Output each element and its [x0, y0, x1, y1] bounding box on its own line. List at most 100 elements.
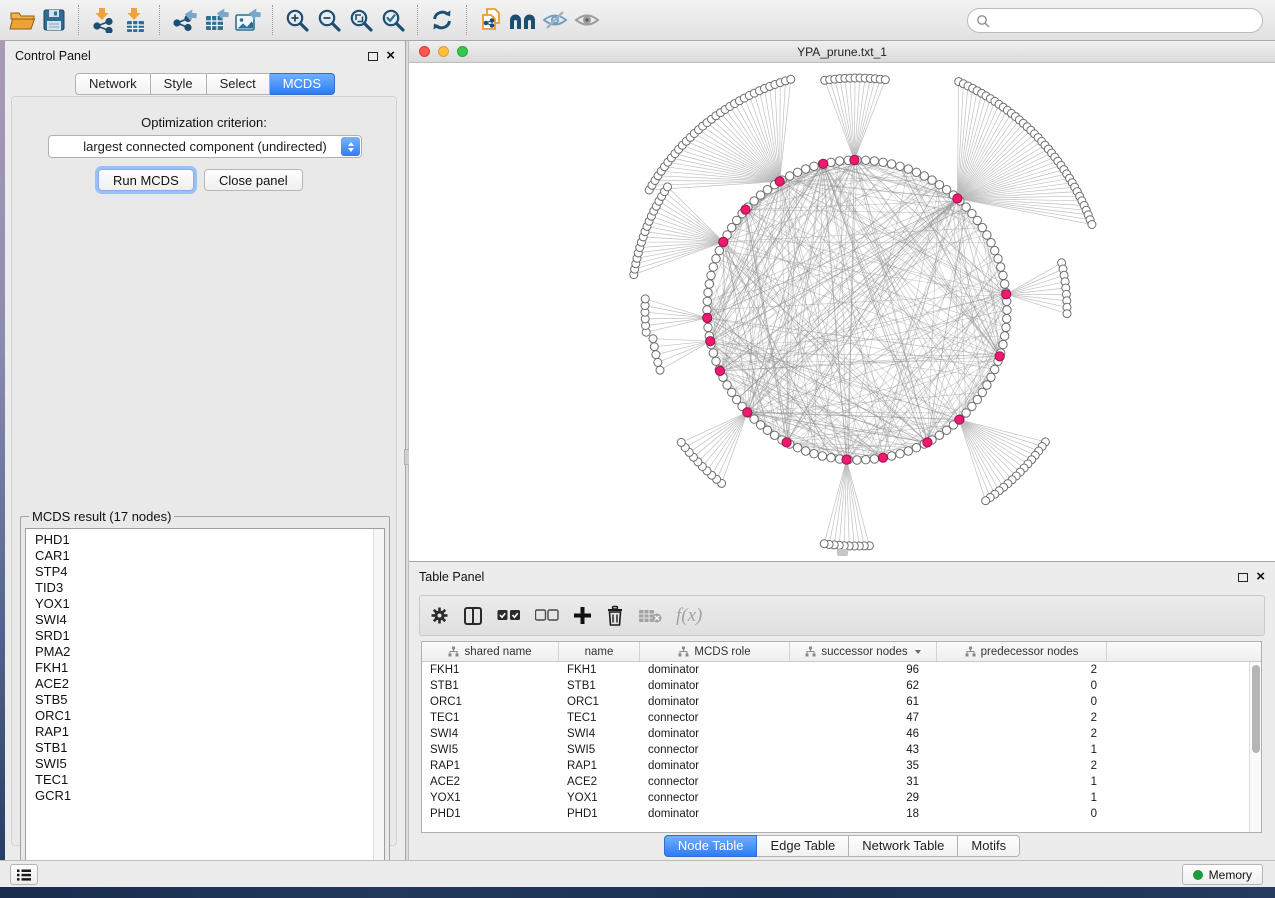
table-cell[interactable]: 1 — [937, 790, 1107, 806]
table-cell[interactable]: 62 — [790, 678, 937, 694]
table-row[interactable]: ACE2ACE2connector311 — [422, 774, 1261, 790]
table-cell[interactable]: 2 — [937, 710, 1107, 726]
node-table[interactable]: shared namenameMCDS rolesuccessor nodesp… — [421, 641, 1262, 833]
open-file-icon[interactable] — [6, 4, 38, 36]
zoom-selected-icon[interactable] — [377, 4, 409, 36]
table-tab-node-table[interactable]: Node Table — [664, 835, 758, 857]
table-cell[interactable]: SWI4 — [422, 726, 559, 742]
mcds-list-scrollbar[interactable] — [373, 529, 384, 875]
table-row[interactable]: ORC1ORC1dominator610 — [422, 694, 1261, 710]
tab-network[interactable]: Network — [75, 73, 151, 95]
run-mcds-button[interactable]: Run MCDS — [98, 169, 194, 191]
table-cell[interactable]: 0 — [937, 694, 1107, 710]
show-all-icon[interactable] — [571, 4, 603, 36]
table-cell[interactable]: dominator — [640, 806, 790, 822]
table-cell[interactable]: STB1 — [559, 678, 640, 694]
table-cell[interactable]: YOX1 — [559, 790, 640, 806]
table-cell[interactable]: ACE2 — [422, 774, 559, 790]
table-cell[interactable]: 31 — [790, 774, 937, 790]
network-graph[interactable] — [409, 63, 1275, 560]
table-cell[interactable]: connector — [640, 790, 790, 806]
table-cell[interactable]: dominator — [640, 726, 790, 742]
table-cell[interactable]: 1 — [937, 774, 1107, 790]
memory-button[interactable]: Memory — [1182, 864, 1263, 885]
tab-select[interactable]: Select — [207, 73, 270, 95]
table-tab-network-table[interactable]: Network Table — [849, 835, 958, 857]
table-cell[interactable]: STB1 — [422, 678, 559, 694]
mcds-result-item[interactable]: PMA2 — [35, 644, 384, 660]
table-cell[interactable]: 2 — [937, 726, 1107, 742]
node-table-body[interactable]: FKH1FKH1dominator962STB1STB1dominator620… — [422, 662, 1261, 822]
delete-column-icon[interactable] — [606, 603, 624, 629]
table-cell[interactable]: ORC1 — [422, 694, 559, 710]
table-cell[interactable]: 61 — [790, 694, 937, 710]
table-cell[interactable]: dominator — [640, 662, 790, 678]
mcds-result-item[interactable]: STP4 — [35, 564, 384, 580]
hide-selected-icon[interactable] — [539, 4, 571, 36]
table-row[interactable]: STB1STB1dominator620 — [422, 678, 1261, 694]
import-network-icon[interactable] — [87, 4, 119, 36]
zoom-in-icon[interactable] — [281, 4, 313, 36]
mcds-result-item[interactable]: CAR1 — [35, 548, 384, 564]
export-network-icon[interactable] — [168, 4, 200, 36]
table-cell[interactable]: FKH1 — [559, 662, 640, 678]
mcds-result-list[interactable]: PHD1CAR1STP4TID3YOX1SWI4SRD1PMA2FKH1ACE2… — [25, 528, 385, 876]
table-row[interactable]: TEC1TEC1connector472 — [422, 710, 1261, 726]
table-cell[interactable]: 29 — [790, 790, 937, 806]
table-cell[interactable]: dominator — [640, 758, 790, 774]
first-neighbors-icon[interactable] — [507, 4, 539, 36]
table-scrollbar-thumb[interactable] — [1252, 665, 1260, 753]
table-cell[interactable]: ACE2 — [559, 774, 640, 790]
search-input[interactable] — [990, 14, 1254, 28]
table-tab-motifs[interactable]: Motifs — [958, 835, 1020, 857]
tab-mcds[interactable]: MCDS — [270, 73, 335, 95]
column-header-predecessor-nodes[interactable]: predecessor nodes — [937, 642, 1107, 661]
table-cell[interactable]: 35 — [790, 758, 937, 774]
table-row[interactable]: PHD1PHD1dominator180 — [422, 806, 1261, 822]
table-cell[interactable]: 2 — [937, 662, 1107, 678]
table-cell[interactable]: 1 — [937, 742, 1107, 758]
search-box[interactable] — [967, 8, 1263, 33]
zoom-fit-icon[interactable] — [345, 4, 377, 36]
mcds-result-item[interactable]: SWI5 — [35, 756, 384, 772]
task-history-button[interactable] — [10, 864, 38, 885]
sort-chevron-icon[interactable] — [915, 650, 921, 654]
table-cell[interactable]: connector — [640, 774, 790, 790]
table-row[interactable]: YOX1YOX1connector291 — [422, 790, 1261, 806]
mcds-result-item[interactable]: FKH1 — [35, 660, 384, 676]
table-row[interactable]: RAP1RAP1dominator352 — [422, 758, 1261, 774]
network-hscroll-thumb[interactable] — [837, 549, 848, 556]
mcds-result-item[interactable]: YOX1 — [35, 596, 384, 612]
table-cell[interactable]: TEC1 — [422, 710, 559, 726]
settings-gear-icon[interactable] — [430, 603, 449, 629]
close-panel-button[interactable]: Close panel — [204, 169, 303, 191]
mcds-result-item[interactable]: ACE2 — [35, 676, 384, 692]
tab-style[interactable]: Style — [151, 73, 207, 95]
clone-network-icon[interactable] — [475, 4, 507, 36]
table-cell[interactable]: connector — [640, 742, 790, 758]
table-cell[interactable]: connector — [640, 710, 790, 726]
table-cell[interactable]: ORC1 — [559, 694, 640, 710]
table-cell[interactable]: dominator — [640, 694, 790, 710]
table-cell[interactable]: PHD1 — [422, 806, 559, 822]
select-all-checkboxes-icon[interactable] — [497, 603, 521, 629]
table-cell[interactable]: FKH1 — [422, 662, 559, 678]
table-cell[interactable]: 18 — [790, 806, 937, 822]
table-cell[interactable]: 46 — [790, 726, 937, 742]
mcds-result-item[interactable]: ORC1 — [35, 708, 384, 724]
import-table-icon[interactable] — [119, 4, 151, 36]
export-image-icon[interactable] — [232, 4, 264, 36]
add-column-icon[interactable] — [573, 603, 592, 629]
mcds-result-item[interactable]: TEC1 — [35, 772, 384, 788]
column-header-successor-nodes[interactable]: successor nodes — [790, 642, 937, 661]
table-row[interactable]: SWI4SWI4dominator462 — [422, 726, 1261, 742]
table-cell[interactable]: YOX1 — [422, 790, 559, 806]
network-window-titlebar[interactable]: YPA_prune.txt_1 — [409, 41, 1275, 63]
table-cell[interactable]: 0 — [937, 806, 1107, 822]
zoom-out-icon[interactable] — [313, 4, 345, 36]
table-cell[interactable]: dominator — [640, 678, 790, 694]
mcds-result-item[interactable]: STB1 — [35, 740, 384, 756]
column-header-shared-name[interactable]: shared name — [422, 642, 559, 661]
table-cell[interactable]: 96 — [790, 662, 937, 678]
table-cell[interactable]: 43 — [790, 742, 937, 758]
